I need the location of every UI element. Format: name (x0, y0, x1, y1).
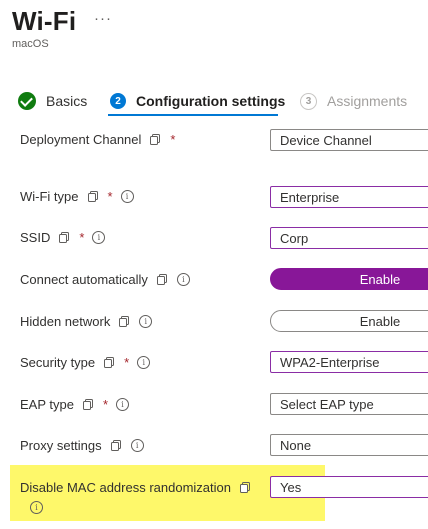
wizard-tabs: Basics 2 Configuration settings 3 Assign… (0, 86, 428, 116)
checkmark-icon (18, 92, 36, 110)
copy-icon (239, 482, 250, 493)
info-icon[interactable]: i (130, 439, 144, 452)
tab-configuration-settings-label: Configuration settings (136, 93, 286, 109)
active-tab-indicator (108, 114, 278, 116)
tab-assignments-label: Assignments (327, 93, 408, 109)
copy-icon (156, 274, 167, 285)
deployment-channel-dropdown[interactable]: Device Channel (270, 129, 428, 151)
copy-icon (87, 191, 98, 202)
copy-icon (110, 440, 121, 451)
ssid-input[interactable]: Corp (270, 227, 428, 249)
copy-icon (82, 399, 93, 410)
tab-basics-label: Basics (46, 93, 88, 109)
connect-automatically-label: Connect automatically i (20, 272, 190, 287)
hidden-network-toggle[interactable]: Enable (270, 310, 428, 332)
disable-mac-randomization-dropdown[interactable]: Yes (270, 476, 428, 498)
required-asterisk: * (79, 230, 85, 245)
connect-automatically-toggle[interactable]: Enable (270, 268, 428, 290)
page-subtitle: macOS (12, 38, 49, 50)
security-type-dropdown[interactable]: WPA2-Enterprise (270, 351, 428, 373)
info-icon[interactable]: i (176, 273, 190, 286)
security-type-label: Security type * i (20, 355, 151, 370)
more-options-icon[interactable]: ··· (94, 10, 112, 27)
wifi-type-label: Wi-Fi type * i (20, 189, 134, 204)
tab-basics[interactable]: Basics (18, 86, 87, 116)
required-asterisk: * (102, 397, 109, 412)
required-asterisk: * (170, 132, 176, 147)
proxy-settings-dropdown[interactable]: None (270, 434, 428, 456)
required-asterisk: * (107, 189, 113, 204)
info-icon[interactable]: i (137, 356, 151, 369)
tab-configuration-settings[interactable]: 2 Configuration settings (110, 86, 285, 116)
eap-type-label: EAP type * i (20, 397, 130, 412)
disable-mac-randomization-label: Disable MAC address randomization (20, 480, 260, 495)
deployment-channel-label: Deployment Channel * (20, 132, 176, 147)
ssid-label: SSID * i (20, 230, 106, 245)
tab-assignments[interactable]: 3 Assignments (300, 86, 407, 116)
info-icon[interactable]: i (30, 501, 43, 514)
copy-icon (150, 134, 161, 145)
hidden-network-label: Hidden network i (20, 314, 153, 329)
info-icon[interactable]: i (92, 231, 106, 244)
wifi-type-dropdown[interactable]: Enterprise (270, 186, 428, 208)
eap-type-dropdown[interactable]: Select EAP type (270, 393, 428, 415)
copy-icon (59, 232, 70, 243)
proxy-settings-label: Proxy settings i (20, 438, 144, 453)
info-icon[interactable]: i (120, 190, 134, 203)
step-number-badge: 2 (110, 93, 126, 109)
copy-icon (119, 316, 130, 327)
info-icon[interactable]: i (139, 315, 153, 328)
copy-icon (104, 357, 115, 368)
info-icon[interactable]: i (116, 398, 130, 411)
page-title: Wi-Fi (12, 6, 77, 36)
required-asterisk: * (124, 355, 130, 370)
step-number-badge: 3 (300, 92, 317, 110)
